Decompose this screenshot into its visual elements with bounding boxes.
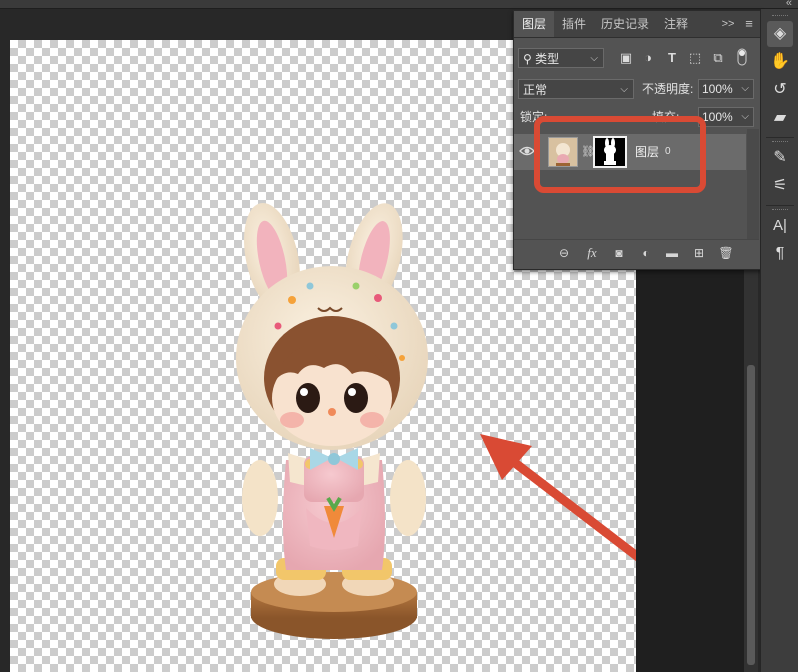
adjustment-icon[interactable]: ◐ xyxy=(638,245,654,261)
strip-grip[interactable] xyxy=(772,141,788,144)
chevron-down-icon: ⌵ xyxy=(620,84,628,95)
layer-row[interactable]: ⛓ 图层 0 xyxy=(514,134,746,170)
tab-notes[interactable]: 注释 xyxy=(656,11,696,37)
layer-name[interactable]: 图层 xyxy=(635,143,659,161)
layers-panel-icon[interactable]: ◈ xyxy=(767,21,793,47)
link-layers-icon[interactable]: ⊖ xyxy=(556,245,572,261)
lock-row: 锁定: 填充: 100% ⌵ xyxy=(514,107,761,129)
new-layer-icon[interactable]: ⊞ xyxy=(691,245,707,261)
layers-list: ⛓ 图层 0 xyxy=(514,129,759,239)
layers-bottom-bar: ⊖ fx ◙ ◐ ▬ ⊞ 🗑 xyxy=(514,239,759,268)
folder-icon[interactable]: ▬ xyxy=(664,245,680,261)
blend-mode-value: 正常 xyxy=(523,83,548,97)
shape-filter-icon[interactable]: ⬚ xyxy=(687,50,703,66)
character-panel-icon[interactable]: A| xyxy=(767,213,793,239)
filter-row: ⚲ 类型 ⌵ ▣ ◑ T ⬚ ⧉ xyxy=(514,46,761,70)
chain-link-icon[interactable]: ⛓ xyxy=(581,144,595,160)
opacity-label: 不透明度: xyxy=(642,82,694,96)
panel-tab-bar: 图层 插件 历史记录 注释 >> ≡ xyxy=(514,11,761,38)
lock-label: 锁定: xyxy=(520,110,548,124)
paragraph-panel-icon[interactable]: ¶ xyxy=(767,241,793,267)
search-icon: ⚲ xyxy=(523,52,532,66)
layer-thumbnail[interactable] xyxy=(548,137,578,167)
tab-history[interactable]: 历史记录 xyxy=(594,11,656,37)
chevron-down-icon: ⌵ xyxy=(741,111,749,122)
opacity-value: 100% xyxy=(702,82,733,96)
strip-grip[interactable] xyxy=(772,209,788,212)
comments-icon[interactable]: ▰ xyxy=(767,105,793,131)
adjustments-icon[interactable]: ⚟ xyxy=(767,173,793,199)
history-icon[interactable]: ↺ xyxy=(767,77,793,103)
canvas-scrollbar-thumb[interactable] xyxy=(747,365,755,665)
top-strip: « xyxy=(0,0,798,9)
filter-kind-label: 类型 xyxy=(535,52,560,66)
layers-panel: 图层 插件 历史记录 注释 >> ≡ ⚲ 类型 ⌵ ▣ ◑ T ⬚ ⧉ 正常 ⌵… xyxy=(513,10,762,270)
panel-expand-button[interactable]: >> xyxy=(720,11,736,37)
filter-toggle-icon[interactable] xyxy=(736,48,748,66)
photoshop-window: « 图层 插件 历史记录 注释 >> ≡ ⚲ 类型 ⌵ ▣ ◑ T ⬚ ⧉ 正常… xyxy=(0,0,798,672)
collapse-panels-icon[interactable]: « xyxy=(786,0,792,9)
opacity-input[interactable]: 100% ⌵ xyxy=(698,79,754,99)
fill-label: 填充: xyxy=(652,110,680,124)
type-filter-icon[interactable]: T xyxy=(664,50,680,66)
tab-plugins[interactable]: 插件 xyxy=(554,11,594,37)
layer-mask-thumbnail[interactable] xyxy=(593,136,627,168)
channels-icon[interactable]: ✋ xyxy=(767,49,793,75)
fx-icon[interactable]: fx xyxy=(584,245,600,261)
strip-grip[interactable] xyxy=(772,15,788,18)
fill-value: 100% xyxy=(702,110,733,124)
smart-object-filter-icon[interactable]: ⧉ xyxy=(710,50,726,66)
fill-input[interactable]: 100% ⌵ xyxy=(698,107,754,127)
tab-layers[interactable]: 图层 xyxy=(514,11,554,37)
trash-icon[interactable]: 🗑 xyxy=(718,245,734,261)
brush-settings-icon[interactable]: ✎ xyxy=(767,145,793,171)
filter-kind-dropdown[interactable]: ⚲ 类型 ⌵ xyxy=(518,48,604,68)
strip-divider xyxy=(766,137,794,138)
bunny-doll-figure xyxy=(236,202,428,639)
adjustment-filter-icon[interactable]: ◑ xyxy=(640,50,656,66)
pixel-filter-icon[interactable]: ▣ xyxy=(618,50,634,66)
blend-mode-dropdown[interactable]: 正常 ⌵ xyxy=(518,79,634,99)
strip-divider xyxy=(766,205,794,206)
mask-icon[interactable]: ◙ xyxy=(611,245,627,261)
eye-icon[interactable] xyxy=(519,144,535,158)
right-panel-strip: ◈ ✋ ↺ ▰ ✎ ⚟ A| ¶ xyxy=(760,9,798,672)
chevron-down-icon: ⌵ xyxy=(590,53,598,64)
blend-row: 正常 ⌵ 不透明度: 100% ⌵ xyxy=(514,77,761,101)
panel-menu-icon[interactable]: ≡ xyxy=(741,11,757,37)
layers-list-scrollbar[interactable] xyxy=(747,129,759,239)
layer-index: 0 xyxy=(665,146,671,157)
chevron-down-icon: ⌵ xyxy=(741,83,749,94)
